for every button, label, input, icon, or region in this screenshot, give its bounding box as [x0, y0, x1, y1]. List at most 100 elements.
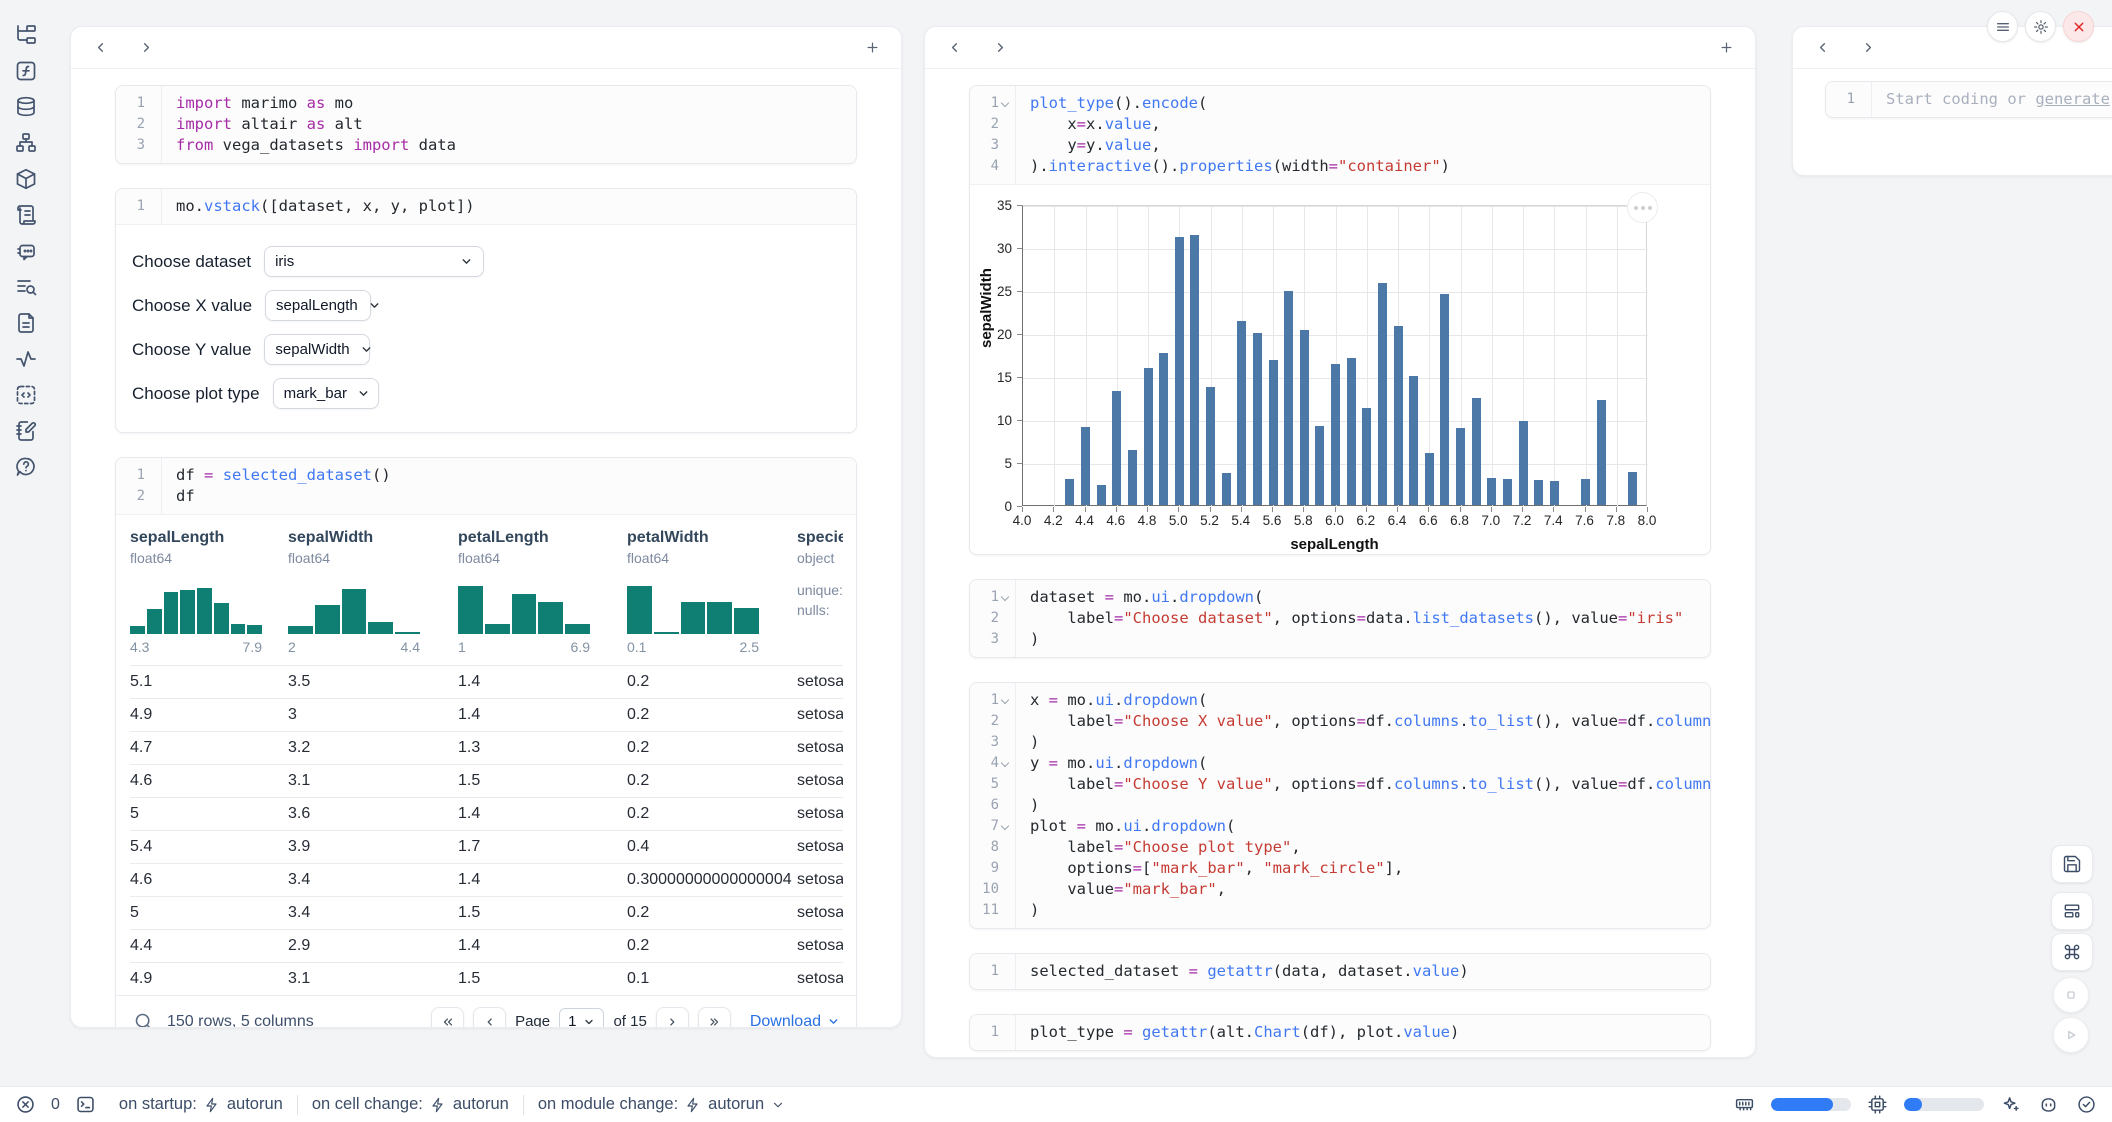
runtime-config-item[interactable]: on startup:autorun: [119, 1095, 283, 1114]
column-header[interactable]: sepalWidthfloat6424.4: [288, 521, 458, 665]
code-line: mo.vstack([dataset, x, y, plot]): [176, 196, 856, 217]
chart-bar: [1394, 326, 1403, 505]
command-palette-button[interactable]: [2051, 933, 2093, 971]
column-header[interactable]: sepalLengthfloat644.37.9: [130, 521, 288, 665]
chart-bar: [1190, 235, 1199, 505]
dropdown-select[interactable]: sepalWidth: [264, 334, 370, 365]
x-axis-tick-label: 4.2: [1036, 513, 1070, 528]
scroll-text-icon[interactable]: [13, 202, 39, 228]
database-icon[interactable]: [13, 94, 39, 120]
chart-bar: [1315, 426, 1324, 505]
add-cell-button[interactable]: [863, 39, 881, 57]
code-editor[interactable]: 1selected_dataset = getattr(data, datase…: [970, 954, 1710, 989]
file-text-icon[interactable]: [13, 310, 39, 336]
line-number: 2: [116, 114, 161, 135]
chart-menu-button[interactable]: [1627, 192, 1658, 223]
save-button[interactable]: [2051, 845, 2093, 883]
column-prev-button[interactable]: [945, 39, 963, 57]
chart-bar: [1144, 368, 1153, 505]
chart-bar: [1159, 353, 1168, 505]
code-editor[interactable]: 1mo.vstack([dataset, x, y, plot]): [116, 189, 856, 224]
memory-icon[interactable]: [1733, 1093, 1756, 1116]
code-editor[interactable]: 123dataset = mo.ui.dropdown( label="Choo…: [970, 580, 1710, 657]
terminal-icon[interactable]: [74, 1093, 97, 1116]
runtime-config-item[interactable]: on module change:autorun: [538, 1095, 785, 1114]
column-next-button[interactable]: [1859, 39, 1877, 57]
column-header[interactable]: petalWidthfloat640.12.5: [627, 521, 797, 665]
download-button[interactable]: Download: [750, 1013, 840, 1029]
run-button[interactable]: [2053, 1017, 2089, 1053]
list-search-icon[interactable]: [13, 274, 39, 300]
code-editor[interactable]: 12df = selected_dataset()df: [116, 458, 856, 514]
cell-selected-dataset: 1selected_dataset = getattr(data, datase…: [969, 953, 1711, 990]
code-editor-placeholder[interactable]: 1Start coding or generate with: [1826, 82, 2112, 117]
line-number: 2: [970, 711, 1015, 732]
code-line: df: [176, 486, 856, 507]
lightning-icon: [685, 1097, 701, 1113]
runtime-config-item[interactable]: on cell change:autorun: [312, 1095, 509, 1114]
settings-button[interactable]: [2025, 11, 2056, 42]
line-number: 2: [970, 114, 1015, 135]
dropdown-select[interactable]: sepalLength: [265, 290, 371, 321]
line-number: 2: [970, 608, 1015, 629]
connection-status-icon[interactable]: [2075, 1093, 2098, 1116]
line-number: 3: [970, 732, 1015, 753]
prev-page-button[interactable]: [473, 1007, 506, 1029]
menu-button[interactable]: [1987, 11, 2018, 42]
cell-dataframe: 12df = selected_dataset()df sepalLengthf…: [115, 457, 857, 1028]
file-tree-icon[interactable]: [13, 22, 39, 48]
column-next-button[interactable]: [991, 39, 1009, 57]
first-page-button[interactable]: [431, 1007, 464, 1029]
dropdown-row: Choose X valuesepalLength: [132, 290, 840, 321]
chart-bar: [1487, 478, 1496, 506]
line-number: 1: [970, 1022, 1015, 1043]
column-prev-button[interactable]: [91, 39, 109, 57]
page-select[interactable]: 1: [559, 1008, 604, 1029]
line-number: 8: [970, 837, 1015, 858]
errors-icon[interactable]: [14, 1093, 37, 1116]
column-header[interactable]: speciesobjectunique:nulls:: [797, 521, 843, 665]
code-line: options=["mark_bar", "mark_circle"],: [1030, 858, 1710, 879]
column-prev-button[interactable]: [1813, 39, 1831, 57]
line-number: 4: [970, 753, 1015, 774]
table-cell: 0.1: [627, 970, 797, 988]
add-cell-button[interactable]: [1717, 39, 1735, 57]
close-button[interactable]: [2063, 11, 2094, 42]
activity-icon[interactable]: [13, 346, 39, 372]
code-snippet-icon[interactable]: [13, 382, 39, 408]
dropdown-select[interactable]: iris: [264, 246, 484, 277]
copilot-icon[interactable]: [2037, 1093, 2060, 1116]
altair-chart[interactable]: 051015202530354.04.24.44.64.85.05.25.45.…: [970, 184, 1710, 554]
table-cell: setosa: [797, 739, 843, 757]
code-editor[interactable]: 1234plot_type().encode( x=x.value, y=y.v…: [970, 86, 1710, 184]
table-cell: 0.2: [627, 706, 797, 724]
bot-message-icon[interactable]: [13, 238, 39, 264]
chart-plot-area[interactable]: [1022, 205, 1647, 506]
function-square-icon[interactable]: [13, 58, 39, 84]
help-bubble-icon[interactable]: [13, 454, 39, 480]
code-editor[interactable]: 123import marimo as moimport altair as a…: [116, 86, 856, 163]
last-page-button[interactable]: [698, 1007, 731, 1029]
table-row: 4.73.21.30.2setosa: [130, 731, 843, 764]
cpu-icon[interactable]: [1866, 1093, 1889, 1116]
table-cell: 1.5: [458, 772, 627, 790]
line-number: 11: [970, 900, 1015, 921]
workflow-icon[interactable]: [13, 130, 39, 156]
code-editor[interactable]: 1plot_type = getattr(alt.Chart(df), plot…: [970, 1015, 1710, 1050]
sparkles-ai-icon[interactable]: [1999, 1093, 2022, 1116]
column-next-button[interactable]: [137, 39, 155, 57]
layout-button[interactable]: [2051, 892, 2093, 930]
stop-button[interactable]: [2053, 977, 2089, 1013]
x-axis-tick-label: 6.4: [1380, 513, 1414, 528]
notebook-pen-icon[interactable]: [13, 418, 39, 444]
package-icon[interactable]: [13, 166, 39, 192]
search-icon[interactable]: [132, 1010, 155, 1028]
code-editor[interactable]: 1234567891011x = mo.ui.dropdown( label="…: [970, 683, 1710, 928]
line-number: 3: [970, 135, 1015, 156]
table-cell: 0.2: [627, 673, 797, 691]
table-cell: 0.2: [627, 904, 797, 922]
table-cell: 3.5: [288, 673, 458, 691]
column-header[interactable]: petalLengthfloat6416.9: [458, 521, 627, 665]
dropdown-select[interactable]: mark_bar: [273, 378, 379, 409]
next-page-button[interactable]: [656, 1007, 689, 1029]
